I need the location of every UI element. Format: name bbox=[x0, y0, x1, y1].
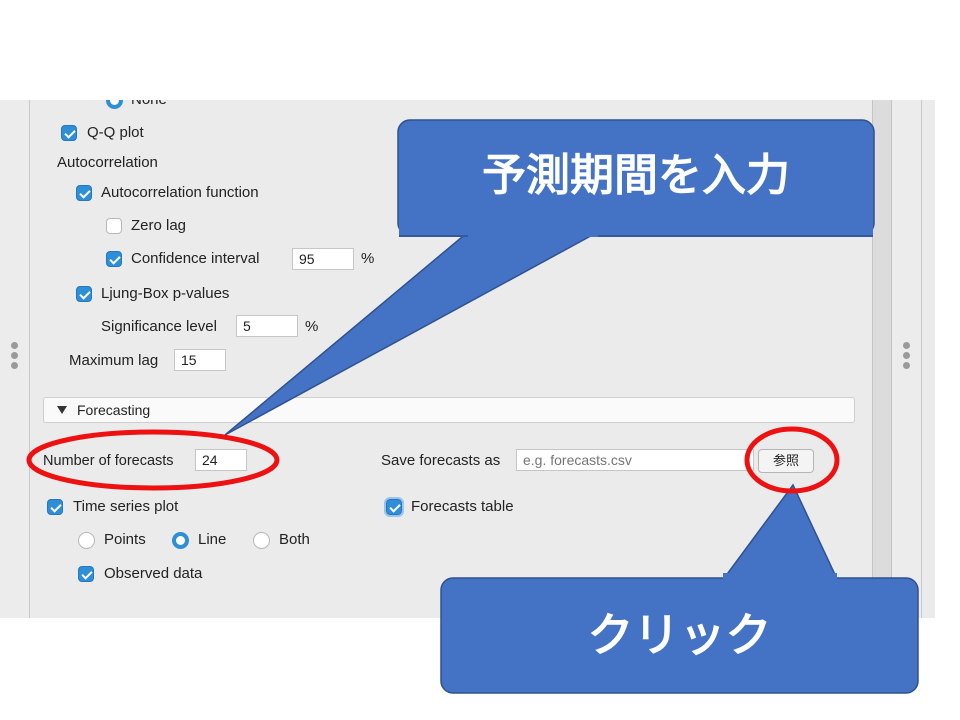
callout-top-text: 予測期間を入力 bbox=[482, 150, 790, 201]
callout-bottom-text: クリック bbox=[587, 608, 772, 662]
highlight-ellipse-forecasts bbox=[26, 429, 280, 491]
highlight-ellipse-browse bbox=[744, 426, 840, 494]
